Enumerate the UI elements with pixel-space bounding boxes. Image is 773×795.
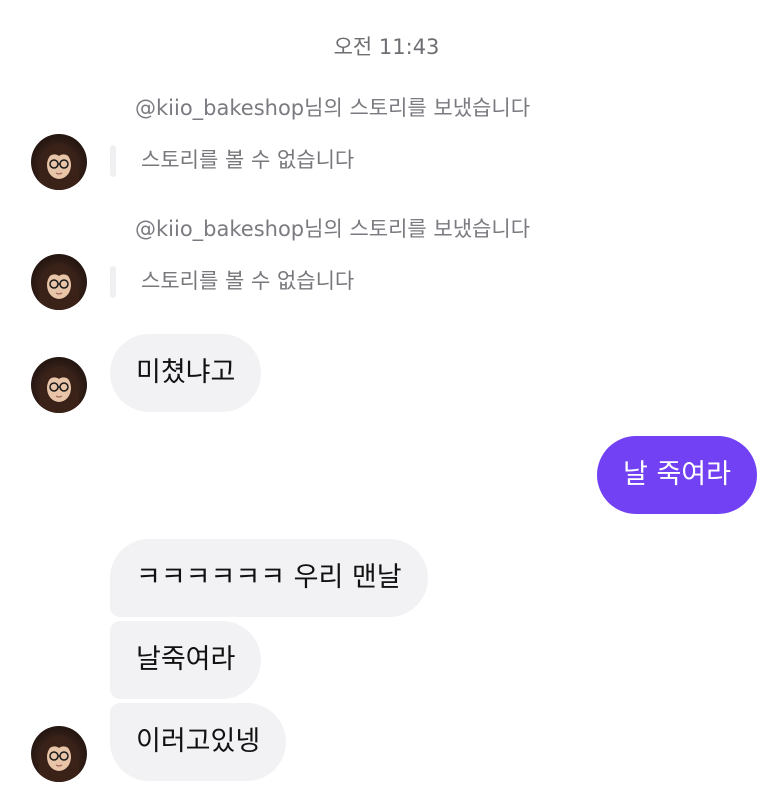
user-avatar-icon	[38, 143, 80, 190]
user-avatar-icon	[38, 735, 80, 782]
user-avatar-icon	[38, 263, 80, 310]
incoming-message-bubble[interactable]: ㅋㅋㅋㅋㅋㅋ 우리 맨날	[110, 539, 428, 617]
story-preview-bar	[110, 145, 116, 177]
sender-avatar[interactable]	[31, 134, 87, 190]
sender-avatar[interactable]	[31, 357, 87, 413]
incoming-message-bubble[interactable]: 이러고있넹	[110, 703, 287, 781]
incoming-message-bubble[interactable]: 날죽여라	[110, 621, 262, 699]
story-unavailable-text: 스토리를 볼 수 없습니다	[141, 269, 355, 293]
story-share-caption: @kiio_bakeshop님의 스토리를 보냈습니다	[135, 217, 531, 241]
incoming-message-bubble[interactable]: 미쳤냐고	[110, 334, 262, 412]
story-unavailable-text: 스토리를 볼 수 없습니다	[141, 148, 355, 172]
user-avatar-icon	[38, 366, 80, 413]
story-preview-bar	[110, 266, 116, 298]
outgoing-message-bubble[interactable]: 날 죽여라	[597, 436, 757, 514]
story-share-caption: @kiio_bakeshop님의 스토리를 보냈습니다	[135, 96, 531, 120]
message-timestamp: 오전 11:43	[333, 35, 440, 59]
sender-avatar[interactable]	[31, 254, 87, 310]
sender-avatar[interactable]	[31, 726, 87, 782]
